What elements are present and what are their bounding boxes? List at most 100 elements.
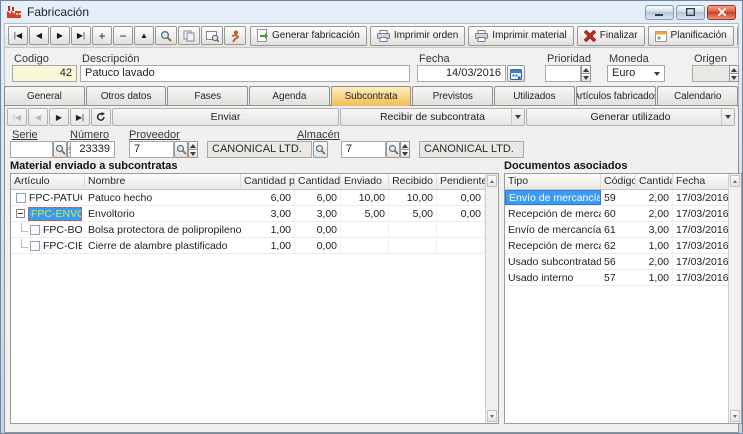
column-header[interactable]: Fecha	[673, 174, 728, 189]
documentos-table-scrollbar[interactable]	[728, 174, 741, 423]
column-header[interactable]: Pendiente	[437, 174, 485, 189]
numero-field[interactable]: 23339	[70, 141, 115, 158]
column-header[interactable]: Tipo	[505, 174, 601, 189]
factory-icon	[7, 6, 22, 18]
maximize-button[interactable]	[676, 4, 705, 20]
subcontrata-panel: |◀ ◀ ▶ ▶| Enviar Recibir de subcontrata …	[4, 105, 742, 433]
table-row-selected[interactable]: FPC-ENVOLTORIO Envoltorio 3,00 3,00 5,00…	[11, 206, 498, 222]
table-row[interactable]: Envío de mercancía 61 3,00 17/03/2016	[505, 222, 741, 238]
run-button[interactable]	[224, 26, 246, 45]
prev-record-button[interactable]: ◀	[29, 26, 49, 45]
almacen-spinner[interactable]	[400, 141, 410, 158]
tab-otros-datos[interactable]: Otros datos	[85, 86, 167, 105]
search-icon	[55, 144, 66, 155]
column-header[interactable]: Enviado	[341, 174, 389, 189]
serie-lookup-button[interactable]	[53, 141, 67, 158]
almacen-code-field[interactable]: 7	[341, 141, 386, 158]
first-record-button[interactable]: |◀	[8, 26, 28, 45]
tab-previstos[interactable]: Previstos	[412, 86, 494, 105]
origen-spinner[interactable]	[729, 65, 739, 82]
serie-label[interactable]: Serie	[12, 129, 38, 141]
table-row[interactable]: Usado interno 57 1,00 17/03/2016	[505, 270, 741, 286]
next-record-button[interactable]: ▶	[50, 26, 70, 45]
imprimir-material-button[interactable]: Imprimir material	[468, 25, 574, 46]
almacen-lookup-button[interactable]	[386, 141, 400, 158]
chevron-down-icon[interactable]	[721, 109, 734, 125]
cantidad-pre-cell: 1,00	[241, 222, 295, 237]
collapse-minus-icon[interactable]	[16, 209, 25, 218]
origen-field[interactable]	[692, 65, 734, 82]
scroll-up-icon[interactable]	[487, 175, 497, 187]
table-row[interactable]: Usado subcontratado 56 2,00 17/03/2016	[505, 254, 741, 270]
descripcion-field[interactable]: Patuco lavado	[80, 65, 410, 82]
copy-button[interactable]	[178, 26, 200, 45]
sub-prev-button[interactable]: ◀	[28, 108, 48, 126]
moneda-label: Moneda	[609, 53, 649, 65]
tab-agenda[interactable]: Agenda	[249, 86, 330, 105]
chevron-down-icon[interactable]	[511, 109, 524, 125]
prioridad-spinner[interactable]	[581, 65, 591, 82]
table-row[interactable]: FPC-PATUCO-HECHO Patuco hecho 6,00 6,00 …	[11, 190, 498, 206]
refresh-button[interactable]	[91, 108, 111, 126]
sub-first-button[interactable]: |◀	[7, 108, 27, 126]
scroll-down-icon[interactable]	[487, 410, 497, 422]
proveedor-name-lookup-button[interactable]	[313, 141, 328, 158]
numero-label[interactable]: Número	[70, 129, 109, 141]
material-table-scrollbar[interactable]	[485, 174, 498, 423]
fecha-field[interactable]: 14/03/2016	[417, 65, 506, 82]
proveedor-spinner[interactable]	[188, 141, 198, 158]
preview-button[interactable]	[201, 26, 223, 45]
column-header[interactable]: Código	[601, 174, 636, 189]
delete-record-button[interactable]: −	[113, 26, 133, 45]
table-row-child[interactable]: FPC-BOLSA-PC Bolsa protectora de polipro…	[11, 222, 498, 238]
recibir-subcontrata-button[interactable]: Recibir de subcontrata	[340, 108, 525, 126]
calendar-button[interactable]	[507, 65, 525, 82]
table-row[interactable]: Recepción de mercancía 62 1,00 17/03/201…	[505, 238, 741, 254]
codigo-field[interactable]: 42	[12, 65, 77, 82]
proveedor-label[interactable]: Proveedor	[129, 129, 180, 141]
table-row-child[interactable]: FPC-CIERRE-A Cierre de alambre plastific…	[11, 238, 498, 254]
edit-record-button[interactable]: ▲	[134, 26, 154, 45]
tab-articulos-fabricados[interactable]: Artículos fabricados	[575, 86, 657, 105]
column-header[interactable]: Cantidad pre	[241, 174, 295, 189]
checkbox-icon[interactable]	[30, 224, 40, 235]
prioridad-field[interactable]	[545, 65, 581, 82]
finalizar-button[interactable]: Finalizar	[576, 25, 645, 46]
add-record-button[interactable]: +	[92, 26, 112, 45]
serie-field[interactable]	[10, 141, 53, 158]
tab-utilizados[interactable]: Utilizados	[494, 86, 575, 105]
tab-subcontrata[interactable]: Subcontrata	[330, 86, 412, 106]
subordenes-button[interactable]: Subórdenes	[736, 25, 738, 46]
column-header[interactable]: Cantidad usa	[295, 174, 341, 189]
tab-fases[interactable]: Fases	[167, 86, 249, 105]
table-row[interactable]: Recepción de mercancía 60 2,00 17/03/201…	[505, 206, 741, 222]
column-header[interactable]: Recibido	[389, 174, 437, 189]
sub-next-button[interactable]: ▶	[49, 108, 69, 126]
window-title: Fabricación	[27, 5, 90, 19]
almacen-label[interactable]: Almacén	[297, 129, 340, 141]
column-header[interactable]: Artículo	[11, 174, 85, 189]
scroll-up-icon[interactable]	[730, 175, 740, 187]
checkbox-icon[interactable]	[16, 192, 26, 203]
generar-utilizado-button[interactable]: Generar utilizado	[526, 108, 735, 126]
checkbox-icon[interactable]	[30, 240, 40, 251]
search-button[interactable]	[155, 26, 177, 45]
last-record-button[interactable]: ▶|	[71, 26, 91, 45]
column-header[interactable]: Cantidad	[636, 174, 673, 189]
proveedor-code-field[interactable]: 7	[129, 141, 174, 158]
column-header[interactable]: Nombre	[85, 174, 241, 189]
sub-last-button[interactable]: ▶|	[70, 108, 90, 126]
generar-fabricacion-button[interactable]: Generar fabricación	[250, 25, 367, 46]
close-button[interactable]	[707, 4, 736, 20]
moneda-combobox[interactable]: Euro	[607, 65, 665, 82]
proveedor-lookup-button[interactable]	[174, 141, 188, 158]
minimize-button[interactable]	[645, 4, 674, 20]
tab-calendario[interactable]: Calendario	[657, 86, 739, 105]
table-row-selected[interactable]: Envío de mercancía 59 2,00 17/03/2016	[505, 190, 741, 206]
search-icon	[388, 144, 399, 155]
planificacion-button[interactable]: Planificación	[647, 25, 734, 46]
tab-general[interactable]: General	[4, 86, 85, 105]
imprimir-orden-button[interactable]: Imprimir orden	[369, 25, 466, 46]
enviar-button[interactable]: Enviar	[112, 108, 339, 126]
scroll-down-icon[interactable]	[730, 410, 740, 422]
